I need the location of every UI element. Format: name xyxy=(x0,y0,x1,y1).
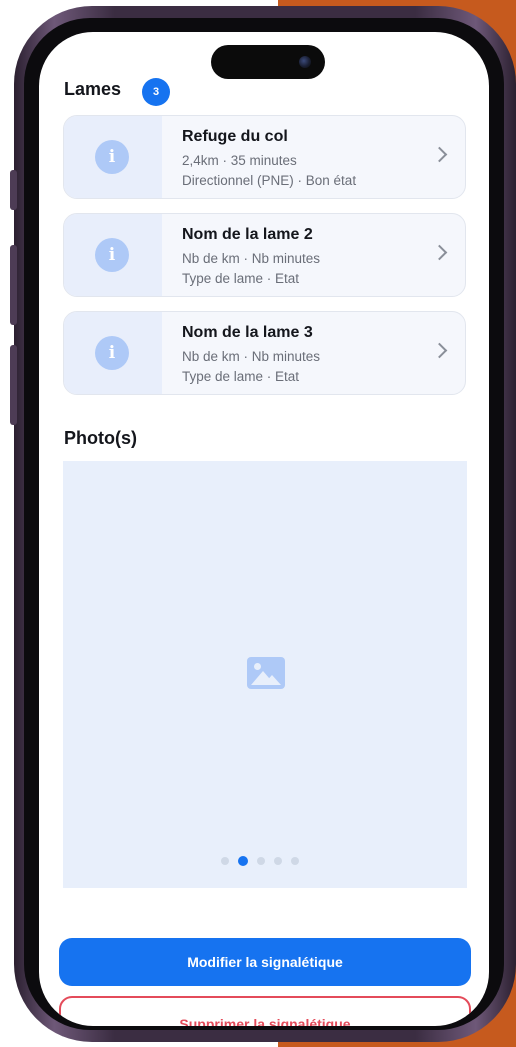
lame-card-title: Nom de la lame 2 xyxy=(182,226,313,243)
lame-card-distance: Nb de km · Nb minutes xyxy=(182,251,321,266)
carousel-dot[interactable] xyxy=(274,857,282,865)
carousel-dot[interactable] xyxy=(257,857,265,865)
lames-count-badge: 3 xyxy=(142,78,170,106)
dynamic-island xyxy=(211,45,325,79)
info-icon: i xyxy=(95,140,129,174)
photo-carousel[interactable] xyxy=(63,461,467,888)
chevron-right-icon xyxy=(431,342,448,359)
lame-card[interactable]: i Refuge du col 2,4km · 35 minutes Direc… xyxy=(63,115,466,199)
lame-card-type: Directionnel (PNE) · Bon état xyxy=(182,173,357,188)
lame-card-type: Type de lame · Etat xyxy=(182,271,300,286)
lame-card-title: Refuge du col xyxy=(182,128,288,145)
carousel-dot[interactable] xyxy=(221,857,229,865)
lame-card-distance: Nb de km · Nb minutes xyxy=(182,349,321,364)
lame-card-icon-area: i xyxy=(64,116,162,198)
lame-card-title: Nom de la lame 3 xyxy=(182,324,313,341)
modify-signage-button[interactable]: Modifier la signalétique xyxy=(59,938,471,986)
lame-card-distance: 2,4km · 35 minutes xyxy=(182,153,297,168)
delete-signage-button[interactable]: Supprimer la signalétique xyxy=(59,996,471,1026)
lame-card-icon-area: i xyxy=(64,312,162,394)
app-screen: Lames 3 i Refuge du col 2,4km · 35 minut… xyxy=(39,32,489,1026)
chevron-right-icon xyxy=(431,244,448,261)
camera-icon xyxy=(299,56,311,68)
info-icon: i xyxy=(95,238,129,272)
carousel-dot[interactable] xyxy=(291,857,299,865)
phone-volume-up-button xyxy=(10,245,17,325)
info-icon: i xyxy=(95,336,129,370)
chevron-right-icon xyxy=(431,146,448,163)
lame-card-type: Type de lame · Etat xyxy=(182,369,300,384)
carousel-dot-active[interactable] xyxy=(238,856,248,866)
lames-section-title: Lames xyxy=(64,79,122,99)
lame-card[interactable]: i Nom de la lame 3 Nb de km · Nb minutes… xyxy=(63,311,466,395)
photos-section-title: Photo(s) xyxy=(64,428,137,448)
phone-volume-down-button xyxy=(10,345,17,425)
phone-action-button xyxy=(10,170,17,210)
image-placeholder-icon xyxy=(247,657,285,689)
lame-card[interactable]: i Nom de la lame 2 Nb de km · Nb minutes… xyxy=(63,213,466,297)
carousel-pagination xyxy=(221,855,311,867)
lame-card-icon-area: i xyxy=(64,214,162,296)
